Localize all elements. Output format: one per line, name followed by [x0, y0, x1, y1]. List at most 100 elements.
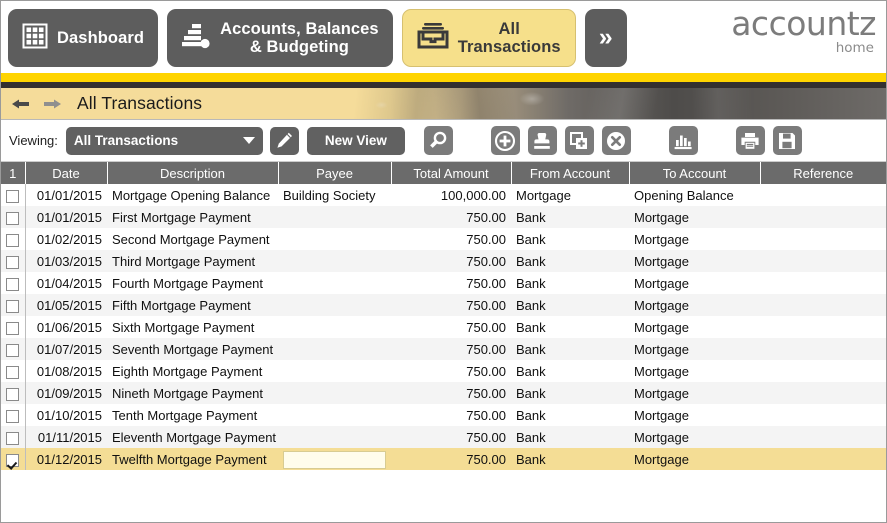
row-to-account-cell[interactable]: Mortgage: [629, 448, 760, 470]
row-select-cell[interactable]: [1, 250, 26, 272]
row-total-amount-cell[interactable]: 750.00: [391, 382, 511, 404]
row-reference-cell[interactable]: [760, 338, 886, 360]
row-from-account-cell[interactable]: Bank: [511, 316, 629, 338]
row-to-account-cell[interactable]: Mortgage: [629, 272, 760, 294]
row-date-cell[interactable]: 01/06/2015: [25, 316, 107, 338]
row-total-amount-cell[interactable]: 750.00: [391, 448, 511, 470]
row-total-amount-cell[interactable]: 750.00: [391, 338, 511, 360]
table-row[interactable]: 01/06/2015 Sixth Mortgage Payment 750.00 Ba…: [1, 316, 886, 338]
row-checkbox[interactable]: [6, 321, 20, 335]
column-header-description[interactable]: Description: [107, 162, 279, 184]
row-select-cell[interactable]: [1, 272, 26, 294]
row-from-account-cell[interactable]: Bank: [511, 448, 629, 470]
delete-button[interactable]: [601, 126, 631, 155]
table-row[interactable]: 01/12/2015 Twelfth Mortgage Payment 750.00…: [1, 448, 886, 470]
column-header-date[interactable]: Date: [25, 162, 108, 184]
table-row[interactable]: 01/03/2015 Third Mortgage Payment 750.00 Ba…: [1, 250, 886, 272]
row-reference-cell[interactable]: [760, 184, 886, 206]
row-description-cell[interactable]: Fourth Mortgage Payment: [107, 272, 278, 294]
row-select-cell[interactable]: [1, 206, 26, 228]
row-total-amount-cell[interactable]: 100,000.00: [391, 184, 511, 206]
nav-more-tabs-button[interactable]: »: [584, 9, 627, 67]
add-transaction-button[interactable]: [490, 126, 520, 155]
row-date-cell[interactable]: 01/11/2015: [25, 426, 107, 448]
row-to-account-cell[interactable]: Mortgage: [629, 426, 760, 448]
column-header-select[interactable]: 1: [1, 162, 26, 184]
row-reference-cell[interactable]: [760, 272, 886, 294]
row-from-account-cell[interactable]: Bank: [511, 382, 629, 404]
row-checkbox[interactable]: [6, 343, 20, 357]
row-select-cell[interactable]: [1, 184, 26, 206]
column-header-total-amount[interactable]: Total Amount: [391, 162, 512, 184]
row-description-cell[interactable]: Tenth Mortgage Payment: [107, 404, 278, 426]
row-payee-cell[interactable]: [278, 338, 391, 360]
duplicate-button[interactable]: [564, 126, 594, 155]
row-date-cell[interactable]: 01/07/2015: [25, 338, 107, 360]
row-select-cell[interactable]: [1, 382, 26, 404]
row-to-account-cell[interactable]: Mortgage: [629, 382, 760, 404]
row-from-account-cell[interactable]: Bank: [511, 360, 629, 382]
row-total-amount-cell[interactable]: 750.00: [391, 250, 511, 272]
row-to-account-cell[interactable]: Mortgage: [629, 338, 760, 360]
table-row[interactable]: 01/07/2015 Seventh Mortgage Payment 750.00…: [1, 338, 886, 360]
search-button[interactable]: [423, 126, 453, 155]
row-payee-cell[interactable]: [278, 206, 391, 228]
row-description-cell[interactable]: Eleventh Mortgage Payment: [107, 426, 278, 448]
column-header-to-account[interactable]: To Account: [629, 162, 761, 184]
payee-input[interactable]: [283, 450, 386, 469]
row-from-account-cell[interactable]: Bank: [511, 272, 629, 294]
new-view-button[interactable]: New View: [306, 126, 405, 155]
row-reference-cell[interactable]: [760, 228, 886, 250]
row-total-amount-cell[interactable]: 750.00: [391, 206, 511, 228]
row-payee-cell[interactable]: [278, 316, 391, 338]
view-select[interactable]: All Transactions: [65, 126, 263, 155]
stamp-button[interactable]: [527, 126, 557, 155]
row-description-cell[interactable]: Eighth Mortgage Payment: [107, 360, 278, 382]
row-from-account-cell[interactable]: Bank: [511, 404, 629, 426]
row-select-cell[interactable]: [1, 448, 26, 470]
row-select-cell[interactable]: [1, 360, 26, 382]
row-payee-cell[interactable]: [278, 448, 391, 470]
row-description-cell[interactable]: Nineth Mortgage Payment: [107, 382, 278, 404]
row-reference-cell[interactable]: [760, 426, 886, 448]
row-date-cell[interactable]: 01/02/2015: [25, 228, 107, 250]
row-payee-cell[interactable]: [278, 250, 391, 272]
row-description-cell[interactable]: Sixth Mortgage Payment: [107, 316, 278, 338]
row-date-cell[interactable]: 01/08/2015: [25, 360, 107, 382]
row-description-cell[interactable]: Fifth Mortgage Payment: [107, 294, 278, 316]
row-payee-cell[interactable]: [278, 382, 391, 404]
nav-tab-all-transactions[interactable]: All Transactions: [401, 9, 576, 67]
row-checkbox[interactable]: [6, 431, 20, 445]
row-select-cell[interactable]: [1, 338, 26, 360]
row-payee-cell[interactable]: Building Society: [278, 184, 391, 206]
row-to-account-cell[interactable]: Opening Balance: [629, 184, 760, 206]
row-payee-cell[interactable]: [278, 228, 391, 250]
row-checkbox[interactable]: [6, 189, 20, 203]
row-date-cell[interactable]: 01/01/2015: [25, 206, 107, 228]
row-checkbox[interactable]: [6, 233, 20, 247]
row-payee-cell[interactable]: [278, 272, 391, 294]
column-header-payee[interactable]: Payee: [278, 162, 392, 184]
row-checkbox[interactable]: [6, 211, 20, 225]
row-description-cell[interactable]: Twelfth Mortgage Payment: [107, 448, 278, 470]
table-row[interactable]: 01/08/2015 Eighth Mortgage Payment 750.00 B…: [1, 360, 886, 382]
row-description-cell[interactable]: Second Mortgage Payment: [107, 228, 278, 250]
table-row[interactable]: 01/05/2015 Fifth Mortgage Payment 750.00 Ba…: [1, 294, 886, 316]
row-total-amount-cell[interactable]: 750.00: [391, 228, 511, 250]
row-description-cell[interactable]: Mortgage Opening Balance: [107, 184, 278, 206]
column-header-reference[interactable]: Reference: [760, 162, 886, 184]
report-button[interactable]: [668, 126, 698, 155]
row-from-account-cell[interactable]: Bank: [511, 338, 629, 360]
table-row[interactable]: 01/02/2015 Second Mortgage Payment 750.00 B…: [1, 228, 886, 250]
table-row[interactable]: 01/10/2015 Tenth Mortgage Payment 750.00 Ba…: [1, 404, 886, 426]
row-from-account-cell[interactable]: Bank: [511, 294, 629, 316]
row-to-account-cell[interactable]: Mortgage: [629, 316, 760, 338]
row-checkbox[interactable]: [6, 453, 20, 467]
row-total-amount-cell[interactable]: 750.00: [391, 294, 511, 316]
row-from-account-cell[interactable]: Bank: [511, 426, 629, 448]
row-date-cell[interactable]: 01/01/2015: [25, 184, 107, 206]
row-checkbox[interactable]: [6, 299, 20, 313]
row-select-cell[interactable]: [1, 426, 26, 448]
row-description-cell[interactable]: Third Mortgage Payment: [107, 250, 278, 272]
row-from-account-cell[interactable]: Bank: [511, 228, 629, 250]
